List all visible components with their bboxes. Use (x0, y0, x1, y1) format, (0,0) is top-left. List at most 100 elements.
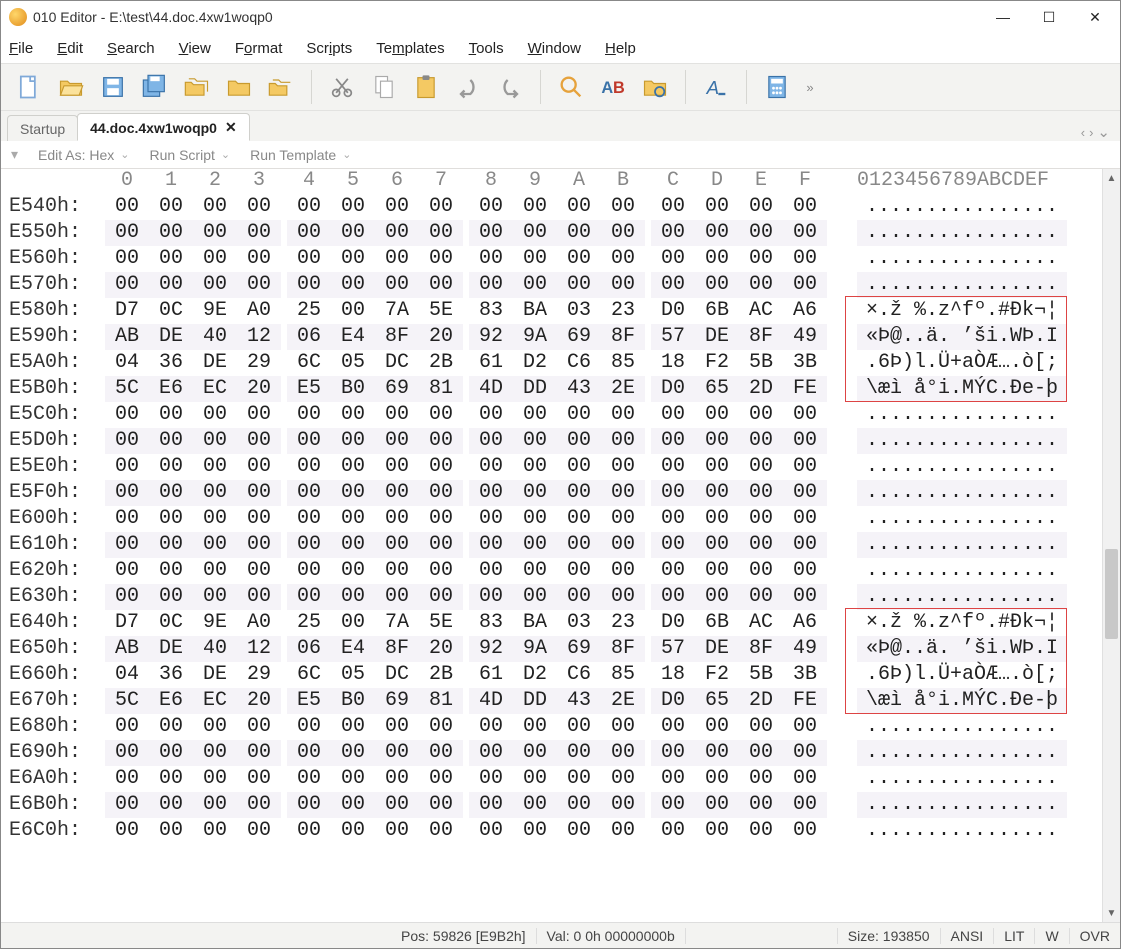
hex-byte[interactable]: 20 (237, 376, 281, 402)
hex-byte[interactable]: 00 (695, 740, 739, 766)
calculator-button[interactable] (757, 68, 797, 106)
hex-row[interactable]: E5F0h:00000000000000000000000000000000..… (1, 480, 1102, 506)
hex-byte[interactable]: 00 (557, 506, 601, 532)
hex-byte[interactable]: 00 (651, 766, 695, 792)
hex-byte[interactable]: 00 (557, 428, 601, 454)
hex-byte[interactable]: 00 (419, 584, 463, 610)
hex-byte[interactable]: 00 (287, 220, 331, 246)
hex-byte[interactable]: 00 (331, 220, 375, 246)
hex-byte[interactable]: 00 (287, 558, 331, 584)
hex-byte[interactable]: 00 (375, 766, 419, 792)
hex-byte[interactable]: 00 (375, 246, 419, 272)
hex-byte[interactable]: 00 (739, 584, 783, 610)
hex-byte[interactable]: 00 (237, 428, 281, 454)
ascii-text[interactable]: ................ (857, 480, 1067, 506)
hex-byte[interactable]: 06 (287, 636, 331, 662)
hex-byte[interactable]: 00 (149, 766, 193, 792)
hex-byte[interactable]: 00 (419, 506, 463, 532)
hex-byte[interactable]: 00 (193, 480, 237, 506)
menu-scripts[interactable]: Scripts (304, 38, 354, 59)
hex-byte[interactable]: 00 (783, 792, 827, 818)
hex-byte[interactable]: 49 (783, 324, 827, 350)
hex-byte[interactable]: BA (513, 610, 557, 636)
hex-byte[interactable]: 00 (105, 818, 149, 844)
hex-byte[interactable]: 00 (557, 818, 601, 844)
minimize-button[interactable]: — (980, 1, 1026, 33)
hex-row[interactable]: E5E0h:00000000000000000000000000000000..… (1, 454, 1102, 480)
hex-byte[interactable]: 00 (287, 480, 331, 506)
hex-byte[interactable]: A6 (783, 298, 827, 324)
hex-byte[interactable]: 5C (105, 376, 149, 402)
ascii-text[interactable]: ×.ž %.z^fº.#Ðk¬¦ (857, 298, 1067, 324)
hex-byte[interactable]: 00 (149, 558, 193, 584)
hex-byte[interactable]: 9A (513, 636, 557, 662)
save-all-button[interactable] (135, 68, 175, 106)
hex-byte[interactable]: 00 (331, 454, 375, 480)
hex-byte[interactable]: 36 (149, 350, 193, 376)
hex-byte[interactable]: 00 (193, 792, 237, 818)
hex-byte[interactable]: 4D (469, 376, 513, 402)
hex-byte[interactable]: 00 (651, 792, 695, 818)
hex-byte[interactable]: 00 (237, 194, 281, 220)
hex-byte[interactable]: DE (193, 662, 237, 688)
hex-byte[interactable]: 00 (287, 428, 331, 454)
hex-byte[interactable]: 00 (419, 428, 463, 454)
hex-byte[interactable]: 4D (469, 688, 513, 714)
hex-byte[interactable]: 00 (651, 506, 695, 532)
hex-byte[interactable]: A0 (237, 610, 281, 636)
ascii-text[interactable]: ................ (857, 454, 1067, 480)
hex-byte[interactable]: 00 (783, 740, 827, 766)
menu-format[interactable]: Format (233, 38, 285, 59)
hex-byte[interactable]: 00 (651, 740, 695, 766)
hex-byte[interactable]: 00 (193, 246, 237, 272)
hex-byte[interactable]: 00 (651, 558, 695, 584)
hex-byte[interactable]: D7 (105, 298, 149, 324)
hex-byte[interactable]: 00 (193, 584, 237, 610)
hex-byte[interactable]: 00 (237, 584, 281, 610)
hex-byte[interactable]: 00 (149, 454, 193, 480)
ascii-text[interactable]: ................ (857, 194, 1067, 220)
hex-byte[interactable]: 00 (469, 480, 513, 506)
ascii-text[interactable]: ................ (857, 220, 1067, 246)
hex-byte[interactable]: 00 (419, 402, 463, 428)
hex-byte[interactable]: 00 (149, 532, 193, 558)
hex-byte[interactable]: 00 (419, 818, 463, 844)
hex-byte[interactable]: 2E (601, 688, 645, 714)
hex-byte[interactable]: 23 (601, 610, 645, 636)
hex-byte[interactable]: 00 (513, 792, 557, 818)
hex-byte[interactable]: 20 (237, 688, 281, 714)
hex-byte[interactable]: E6 (149, 688, 193, 714)
hex-byte[interactable]: 00 (557, 220, 601, 246)
hex-byte[interactable]: 00 (469, 272, 513, 298)
save-button[interactable] (93, 68, 133, 106)
ascii-text[interactable]: ................ (857, 428, 1067, 454)
hex-row[interactable]: E560h:00000000000000000000000000000000..… (1, 246, 1102, 272)
hex-row[interactable]: E6A0h:00000000000000000000000000000000..… (1, 766, 1102, 792)
ascii-text[interactable]: ................ (857, 246, 1067, 272)
hex-row[interactable]: E650h:ABDE401206E48F20929A698F57DE8F49«Þ… (1, 636, 1102, 662)
hex-byte[interactable]: D2 (513, 662, 557, 688)
hex-byte[interactable]: 00 (375, 220, 419, 246)
hex-byte[interactable]: AC (739, 610, 783, 636)
hex-byte[interactable]: 00 (105, 740, 149, 766)
hex-byte[interactable]: 00 (739, 532, 783, 558)
hex-byte[interactable]: 00 (105, 506, 149, 532)
hex-byte[interactable]: DD (513, 688, 557, 714)
hex-byte[interactable]: 25 (287, 610, 331, 636)
hex-byte[interactable]: 00 (739, 792, 783, 818)
menu-tools[interactable]: Tools (467, 38, 506, 59)
hex-byte[interactable]: 00 (419, 558, 463, 584)
hex-byte[interactable]: 6B (695, 298, 739, 324)
hex-byte[interactable]: 00 (331, 792, 375, 818)
hex-byte[interactable]: D2 (513, 350, 557, 376)
hex-byte[interactable]: 00 (469, 740, 513, 766)
tab-dropdown-icon[interactable]: ⌄ (1097, 123, 1110, 141)
hex-byte[interactable]: 65 (695, 688, 739, 714)
hex-byte[interactable]: 00 (601, 792, 645, 818)
vertical-scrollbar[interactable]: ▲ ▼ (1102, 169, 1120, 922)
hex-byte[interactable]: 00 (513, 454, 557, 480)
hex-byte[interactable]: BA (513, 298, 557, 324)
status-ansi[interactable]: ANSI (940, 928, 994, 944)
hex-byte[interactable]: 00 (469, 792, 513, 818)
more-tools-button[interactable]: » (799, 68, 821, 106)
